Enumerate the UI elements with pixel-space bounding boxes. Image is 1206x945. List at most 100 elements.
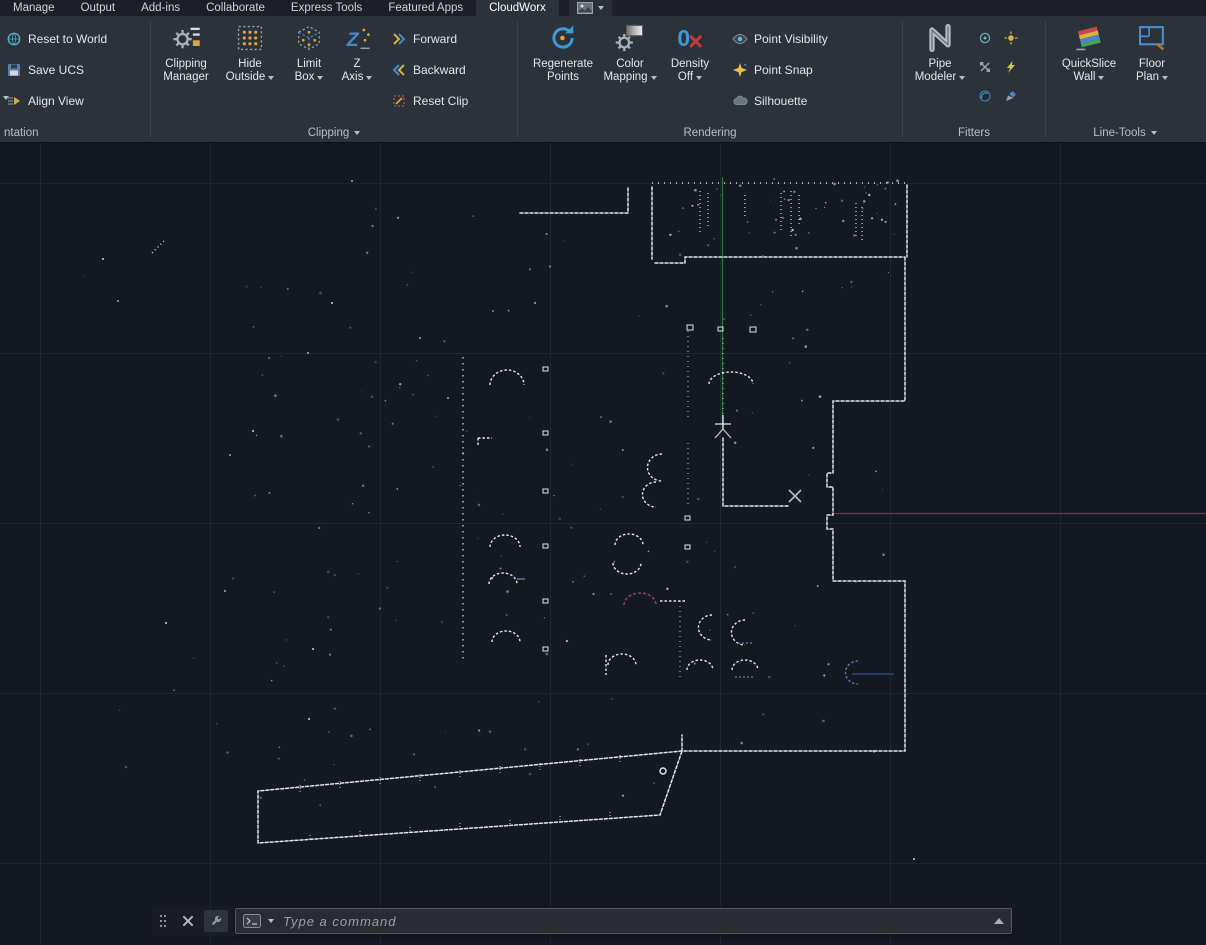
dock-grip-icon[interactable] [154, 910, 172, 932]
tab-featured-apps[interactable]: Featured Apps [375, 0, 476, 16]
command-input[interactable] [281, 913, 987, 930]
save-ucs-icon [6, 62, 22, 78]
backward-icon [391, 62, 407, 78]
chevron-down-icon [268, 76, 274, 80]
fit-sphere-icon [978, 89, 992, 103]
orientation-group-label: ntation [0, 123, 150, 142]
tab-output[interactable]: Output [68, 0, 129, 16]
chevron-down-icon [696, 76, 702, 80]
fit-point-icon [978, 31, 992, 45]
reset-clip-icon [391, 93, 407, 109]
point-snap-button[interactable]: Point Snap [726, 59, 834, 81]
regenerate-points-icon [547, 22, 579, 54]
density-off-icon: 0 [674, 22, 706, 54]
customize-wrench-icon[interactable] [204, 910, 228, 932]
chevron-down-icon [598, 6, 604, 10]
forward-button[interactable]: Forward [385, 28, 474, 50]
fitters-group-label: Fitters [903, 123, 1045, 142]
reset-clip-button[interactable]: Reset Clip [385, 90, 474, 112]
tab-collaborate[interactable]: Collaborate [193, 0, 278, 16]
line-tools-group-label[interactable]: Line-Tools [1046, 123, 1204, 142]
clipping-manager-icon [170, 22, 202, 54]
tab-manage[interactable]: Manage [0, 0, 68, 16]
ribbon-group-fitters: Pipe Modeler Fitters [903, 16, 1045, 142]
point-snap-icon [732, 62, 748, 78]
quickslice-wall-icon [1073, 22, 1105, 54]
chevron-down-icon [317, 76, 323, 80]
chevron-down-icon [354, 131, 360, 135]
fit-lightning-button[interactable] [999, 53, 1023, 80]
save-ucs-label: Save UCS [28, 63, 84, 77]
ribbon-group-clipping: Clipping Manager Hide Outside Limit Box … [151, 16, 517, 142]
silhouette-icon [732, 93, 748, 109]
command-line-dock [152, 906, 1014, 936]
z-axis-icon: Z [341, 22, 373, 54]
fit-lightning-icon [1004, 60, 1018, 74]
align-view-label: Align View [28, 94, 84, 108]
picture-icon [577, 2, 593, 14]
chevron-down-icon [1151, 131, 1157, 135]
point-visibility-icon [732, 31, 748, 47]
fit-sun-icon [1004, 31, 1018, 45]
fit-arrows-icon [978, 60, 992, 74]
reset-to-world-button[interactable]: Reset to World [0, 28, 113, 50]
tab-cloudworx[interactable]: CloudWorx [476, 0, 559, 16]
chevron-down-icon [1098, 76, 1104, 80]
silhouette-button[interactable]: Silhouette [726, 90, 834, 112]
forward-icon [391, 31, 407, 47]
hide-outside-icon [234, 22, 266, 54]
fit-arrows-button[interactable] [973, 53, 997, 80]
drawing-canvas[interactable] [0, 143, 1206, 945]
pipe-modeler-button[interactable]: Pipe Modeler [911, 16, 969, 122]
clipping-manager-button[interactable]: Clipping Manager [155, 16, 217, 122]
limit-box-button[interactable]: Limit Box [283, 16, 335, 122]
chevron-down-icon[interactable] [268, 919, 274, 923]
z-axis-button[interactable]: Z Z Axis [335, 16, 379, 122]
save-ucs-button[interactable]: Save UCS [0, 59, 90, 81]
fit-point-button[interactable] [973, 24, 997, 51]
command-input-bar[interactable] [235, 908, 1012, 934]
limit-box-icon [293, 22, 325, 54]
floor-plan-icon [1136, 22, 1168, 54]
fit-pencil-icon [1004, 89, 1018, 103]
density-off-button[interactable]: 0 Density Off [662, 16, 718, 122]
ribbon-group-orientation: Reset to World Save UCS Align View ntati… [0, 16, 150, 142]
chevron-down-icon [366, 76, 372, 80]
reset-to-world-icon [6, 31, 22, 47]
ucs-marker [715, 415, 731, 438]
drawing-viewport[interactable] [0, 143, 1206, 945]
chevron-down-icon [1162, 76, 1168, 80]
quickslice-wall-button[interactable]: QuickSlice Wall [1054, 16, 1124, 122]
ribbon-group-rendering: Regenerate Points Color Mapping 0 Densit… [518, 16, 902, 142]
color-mapping-button[interactable]: Color Mapping [598, 16, 662, 122]
collapsed-panel-chevron-icon[interactable] [3, 96, 9, 100]
clipping-group-label[interactable]: Clipping [151, 123, 517, 142]
ribbon: Reset to World Save UCS Align View ntati… [0, 16, 1206, 143]
command-prompt-icon [243, 914, 261, 928]
fit-pencil-button[interactable] [999, 82, 1023, 109]
fit-sun-button[interactable] [999, 24, 1023, 51]
align-view-button[interactable]: Align View [0, 90, 90, 112]
svg-text:Z: Z [346, 29, 360, 51]
point-cloud [82, 178, 915, 860]
tab-add-ins[interactable]: Add-ins [128, 0, 193, 16]
backward-button[interactable]: Backward [385, 59, 474, 81]
ribbon-group-line-tools: QuickSlice Wall Floor Plan Line-Tools [1046, 16, 1204, 142]
tab-express-tools[interactable]: Express Tools [278, 0, 375, 16]
hide-outside-button[interactable]: Hide Outside [217, 16, 283, 122]
svg-text:0: 0 [677, 25, 690, 51]
close-icon[interactable] [179, 910, 197, 932]
floor-plan-button[interactable]: Floor Plan [1124, 16, 1180, 122]
grid-lines [0, 143, 1206, 945]
color-mapping-icon [614, 22, 646, 54]
rendering-group-label: Rendering [518, 123, 902, 142]
regenerate-points-button[interactable]: Regenerate Points [528, 16, 598, 122]
ribbon-tab-bar: Manage Output Add-ins Collaborate Expres… [0, 0, 1206, 16]
display-mode-tab[interactable] [569, 0, 612, 16]
point-visibility-button[interactable]: Point Visibility [726, 28, 834, 50]
reset-to-world-label: Reset to World [28, 32, 107, 46]
fit-sphere-button[interactable] [973, 82, 997, 109]
chevron-down-icon [959, 76, 965, 80]
chevron-down-icon [651, 76, 657, 80]
expand-history-icon[interactable] [994, 918, 1004, 924]
